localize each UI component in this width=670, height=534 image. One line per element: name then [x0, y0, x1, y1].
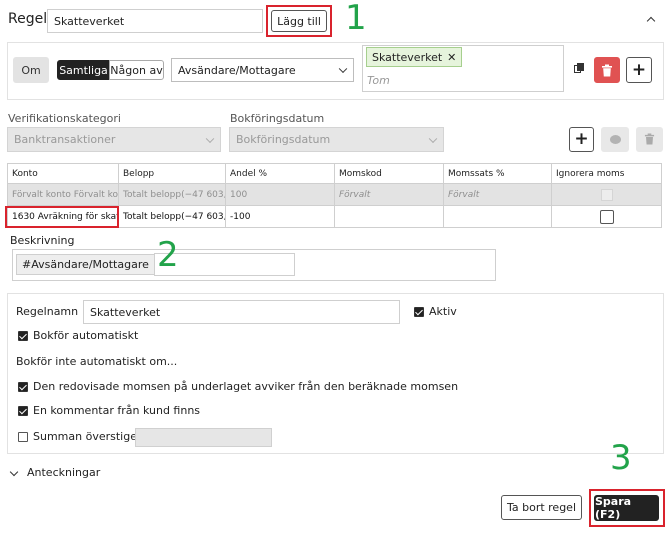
- cell-momskod[interactable]: [334, 205, 444, 228]
- rule-name-label: Regelnamn: [16, 305, 79, 318]
- table-header: Momskod: [334, 163, 444, 184]
- notes-toggle[interactable]: Anteckningar: [27, 466, 100, 479]
- chevron-down-icon: [428, 134, 438, 143]
- table-header: Belopp: [118, 163, 226, 184]
- chevron-down-icon: [205, 134, 215, 143]
- cell-momskod: Förvalt: [334, 183, 444, 206]
- field-select-value: Avsändare/Mottagare: [178, 63, 296, 77]
- date-select-value: Bokföringsdatum: [236, 133, 331, 146]
- rule-name-input[interactable]: Skatteverket: [83, 300, 400, 324]
- trash-icon: [602, 64, 612, 76]
- description-tag-label: #Avsändare/Mottagare: [22, 258, 149, 271]
- date-label: Bokföringsdatum: [230, 112, 325, 125]
- vat-diff-checkbox[interactable]: [18, 382, 28, 392]
- auto-book-label: Bokför automatiskt: [33, 329, 139, 342]
- plus-icon: +: [574, 129, 589, 149]
- description-tag[interactable]: #Avsändare/Mottagare ✕: [16, 254, 170, 275]
- vat-diff-label: Den redovisade momsen på underlaget avvi…: [33, 380, 459, 393]
- regel-label: Regel: [8, 11, 48, 27]
- annotation-box-3: [589, 489, 665, 527]
- active-label: Aktiv: [429, 305, 457, 318]
- sum-exceeds-input: [135, 428, 272, 447]
- comment-button[interactable]: [601, 127, 629, 152]
- match-all-button[interactable]: Samtliga: [57, 60, 110, 80]
- sum-exceeds-label: Summan överstiger: [33, 430, 142, 443]
- auto-book-checkbox[interactable]: [18, 331, 28, 341]
- cell-konto: Förvalt konto Förvalt kont: [7, 183, 119, 206]
- table-row-default: Förvalt konto Förvalt kont Totalt belopp…: [7, 183, 662, 206]
- field-select[interactable]: Avsändare/Mottagare: [171, 58, 354, 82]
- add-condition-button[interactable]: +: [626, 57, 652, 83]
- condition-tag-placeholder: Tom: [367, 74, 390, 87]
- delete-row-button[interactable]: [636, 127, 663, 152]
- description-label: Beskrivning: [10, 234, 75, 247]
- not-auto-heading: Bokför inte automatiskt om...: [16, 355, 178, 368]
- annotation-number-3: 3: [610, 438, 632, 478]
- trash-icon: [644, 133, 655, 145]
- annotation-number-2: 2: [157, 235, 179, 275]
- ignore-vat-checkbox: [600, 188, 613, 201]
- cell-momssats: Förvalt: [443, 183, 552, 206]
- table-header: Andel %: [225, 163, 335, 184]
- table-header: Ignorera moms: [551, 163, 662, 184]
- annotation-number-1: 1: [345, 0, 367, 38]
- copy-icon[interactable]: [574, 63, 584, 74]
- active-checkbox[interactable]: [414, 307, 424, 317]
- collapse-chevron-icon[interactable]: [646, 16, 656, 26]
- category-select-value: Banktransaktioner: [14, 133, 116, 146]
- delete-condition-button[interactable]: [594, 57, 620, 83]
- condition-tag[interactable]: Skatteverket ✕: [366, 47, 463, 67]
- table-header: Konto: [7, 163, 119, 184]
- annotation-box-1: [266, 5, 332, 37]
- delete-rule-button[interactable]: Ta bort regel: [501, 495, 582, 520]
- sum-exceeds-checkbox[interactable]: [18, 432, 28, 442]
- match-any-button[interactable]: Någon av: [109, 60, 164, 80]
- comment-icon: [610, 135, 621, 144]
- cell-ignore[interactable]: [551, 205, 662, 228]
- cell-belopp: Totalt belopp(−47 603,00): [118, 183, 226, 206]
- annotation-box-konto: [5, 206, 119, 228]
- regel-name-input[interactable]: Skatteverket: [47, 9, 263, 33]
- date-select: Bokföringsdatum: [229, 127, 444, 152]
- chevron-down-icon: [338, 64, 348, 74]
- category-select: Banktransaktioner: [7, 127, 221, 152]
- comment-checkbox[interactable]: [18, 406, 28, 416]
- cell-belopp[interactable]: Totalt belopp(−47 603,00): [118, 205, 226, 228]
- chevron-down-icon[interactable]: [9, 467, 19, 477]
- condition-toggle-om[interactable]: Om: [13, 57, 49, 83]
- cell-andel[interactable]: -100: [225, 205, 335, 228]
- table-header: Momssats %: [443, 163, 552, 184]
- close-icon[interactable]: ✕: [447, 51, 456, 64]
- add-row-button[interactable]: +: [569, 127, 594, 152]
- ignore-vat-checkbox[interactable]: [599, 209, 614, 224]
- cell-momssats[interactable]: [443, 205, 552, 228]
- comment-label: En kommentar från kund finns: [33, 404, 201, 417]
- category-label: Verifikationskategori: [8, 112, 121, 125]
- cell-andel: 100: [225, 183, 335, 206]
- cell-ignore: [551, 183, 662, 206]
- plus-icon: +: [631, 59, 647, 80]
- condition-tag-label: Skatteverket: [372, 50, 443, 64]
